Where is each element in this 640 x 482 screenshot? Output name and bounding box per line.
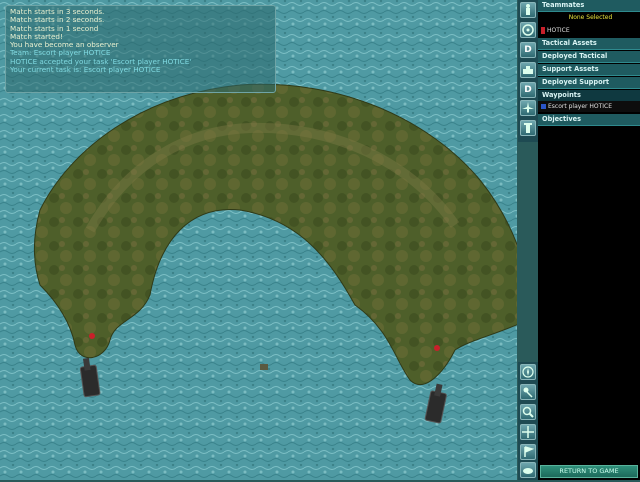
teammates-header[interactable]: Teammates xyxy=(538,0,640,12)
flag-icon[interactable] xyxy=(520,444,536,460)
tower-icon[interactable] xyxy=(520,120,536,136)
zoom-icon[interactable] xyxy=(520,404,536,420)
waypoint-row[interactable]: Escort player HOTICE xyxy=(538,101,640,112)
circle-target-icon[interactable] xyxy=(520,22,536,38)
command-toolbar: D D xyxy=(518,0,538,142)
waypoint-icon[interactable] xyxy=(520,384,536,400)
none-selected-text: None Selected xyxy=(568,14,613,21)
deployed-support-header[interactable]: Deployed Support xyxy=(538,77,640,89)
move-icon[interactable] xyxy=(520,424,536,440)
command-panel: Teammates None Selected HOTICE Tactical … xyxy=(538,0,640,480)
chat-line: Your current task is: Escort player HOTI… xyxy=(10,65,161,75)
return-to-game-button[interactable]: RETURN TO GAME xyxy=(540,465,638,478)
marker-red-left xyxy=(89,333,95,339)
teammate-row[interactable]: HOTICE xyxy=(538,25,640,36)
marker-red-right xyxy=(434,345,440,351)
support-assets-header[interactable]: Support Assets xyxy=(538,64,640,76)
vehicle-icon[interactable] xyxy=(520,462,536,478)
debris xyxy=(260,364,268,370)
tactical-assets-header[interactable]: Tactical Assets xyxy=(538,38,640,50)
map-tools xyxy=(518,362,538,480)
waypoint-name: Escort player HOTICE xyxy=(548,103,613,110)
player-icon xyxy=(541,27,545,34)
deployed-tactical-header[interactable]: Deployed Tactical xyxy=(538,51,640,63)
deploy-button-2[interactable]: D xyxy=(520,82,536,98)
plane-icon[interactable] xyxy=(520,100,536,116)
objectives-header[interactable]: Objectives xyxy=(538,114,640,126)
soldier-icon[interactable] xyxy=(520,2,536,18)
chat-log: Match starts in 3 seconds. Match starts … xyxy=(5,5,276,93)
teammate-name: HOTICE xyxy=(547,27,570,34)
compass-icon[interactable] xyxy=(520,364,536,380)
waypoint-marker-icon xyxy=(541,104,546,109)
deploy-button-1[interactable]: D xyxy=(520,42,536,58)
tank-icon[interactable] xyxy=(520,62,536,78)
